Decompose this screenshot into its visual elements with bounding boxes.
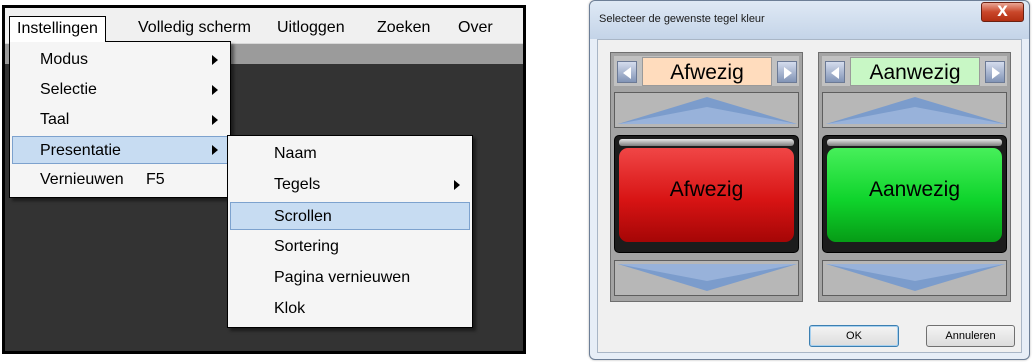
tile-color-dialog: Selecteer de gewenste tegel kleur X Afwe… (589, 0, 1030, 360)
color-name-chip: Aanwezig (850, 57, 980, 86)
menu-item-taal[interactable]: Taal (12, 106, 228, 134)
menu-volledig-scherm[interactable]: Volledig scherm (131, 16, 258, 42)
tile-top-bar (827, 139, 1002, 146)
tile-top-bar (619, 139, 794, 146)
dialog-body: Afwezig Afwezig Aanwezig Aanwezig OK Ann… (597, 39, 1022, 353)
tile-face: Aanwezig (827, 148, 1002, 242)
application-window: Instellingen Volledig scherm Uitloggen Z… (2, 5, 526, 354)
dialog-titlebar[interactable]: Selecteer de gewenste tegel kleur X (590, 1, 1029, 39)
menu-item-label: Taal (40, 111, 70, 128)
dialog-title: Selecteer de gewenste tegel kleur (599, 13, 765, 25)
close-button[interactable]: X (981, 2, 1024, 22)
menu-item-label: Scrollen (274, 208, 332, 225)
arrow-up-icon (826, 97, 1005, 124)
chevron-right-icon (212, 85, 218, 95)
chevron-right-icon (992, 67, 1000, 79)
menu-item-label: Presentatie (40, 142, 121, 159)
scroll-up-button[interactable] (822, 92, 1007, 128)
arrow-down-icon (618, 264, 797, 291)
menu-item-pagina-vernieuwen[interactable]: Pagina vernieuwen (230, 264, 470, 292)
instellingen-dropdown: Modus Selectie Taal Presentatie Vernieuw… (9, 41, 231, 198)
menu-uitloggen[interactable]: Uitloggen (270, 16, 352, 42)
menu-item-klok[interactable]: Klok (230, 295, 470, 323)
chevron-right-icon (212, 115, 218, 125)
arrow-up-icon (618, 97, 797, 124)
present-color-panel: Aanwezig Aanwezig (818, 52, 1011, 302)
close-icon: X (997, 4, 1008, 20)
present-tile-preview[interactable]: Aanwezig (822, 135, 1007, 253)
color-name-chip: Afwezig (642, 57, 772, 86)
tile-face: Afwezig (619, 148, 794, 242)
cancel-button[interactable]: Annuleren (926, 325, 1015, 347)
menu-item-label: Selectie (40, 81, 97, 98)
chevron-left-icon (831, 67, 839, 79)
menu-item-label: Tegels (274, 176, 321, 193)
menu-item-label: Vernieuwen (40, 171, 124, 188)
chevron-right-icon (212, 55, 218, 65)
menu-over[interactable]: Over (451, 16, 500, 42)
menu-item-label: Klok (274, 300, 306, 317)
menu-item-selectie[interactable]: Selectie (12, 76, 228, 104)
menu-item-label: Sortering (274, 238, 339, 255)
menu-item-presentatie[interactable]: Presentatie (12, 136, 228, 164)
menu-item-label: Pagina vernieuwen (274, 269, 411, 286)
absent-color-panel: Afwezig Afwezig (610, 52, 803, 302)
menu-instellingen[interactable]: Instellingen (9, 16, 106, 42)
tile-label: Afwezig (669, 178, 744, 201)
chevron-right-icon (454, 180, 460, 190)
menu-item-label: Modus (40, 51, 89, 68)
menu-item-tegels[interactable]: Tegels (230, 171, 470, 199)
previous-color-button[interactable] (825, 61, 845, 83)
panel-header: Afwezig (614, 56, 799, 86)
scroll-down-button[interactable] (822, 260, 1007, 296)
next-color-button[interactable] (777, 61, 797, 83)
menu-item-naam[interactable]: Naam (230, 140, 470, 168)
presentatie-submenu: Naam Tegels Scrollen Sortering Pagina ve… (227, 135, 473, 328)
menu-item-vernieuwen[interactable]: Vernieuwen F5 (12, 166, 228, 194)
scroll-up-button[interactable] (614, 92, 799, 128)
arrow-down-icon (826, 264, 1005, 291)
ok-button[interactable]: OK (809, 325, 899, 347)
menu-item-modus[interactable]: Modus (12, 46, 228, 74)
menu-zoeken[interactable]: Zoeken (370, 16, 437, 42)
menu-item-label: Naam (274, 145, 317, 162)
chevron-right-icon (784, 67, 792, 79)
tile-label: Aanwezig (868, 178, 961, 201)
menu-bar: Instellingen Volledig scherm Uitloggen Z… (5, 8, 523, 44)
panel-header: Aanwezig (822, 56, 1007, 86)
chevron-left-icon (623, 67, 631, 79)
shortcut-label: F5 (146, 171, 165, 188)
previous-color-button[interactable] (617, 61, 637, 83)
scroll-down-button[interactable] (614, 260, 799, 296)
next-color-button[interactable] (985, 61, 1005, 83)
menu-item-sortering[interactable]: Sortering (230, 233, 470, 261)
absent-tile-preview[interactable]: Afwezig (614, 135, 799, 253)
chevron-right-icon (212, 145, 218, 155)
menu-item-scrollen[interactable]: Scrollen (230, 202, 470, 230)
